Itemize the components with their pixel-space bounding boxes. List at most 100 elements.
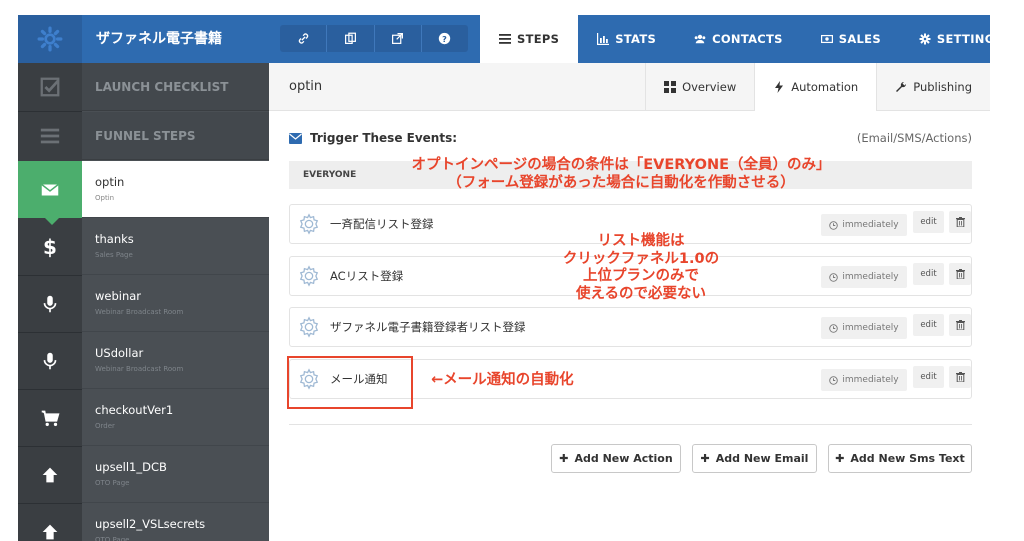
tab-contacts[interactable]: CONTACTS bbox=[675, 15, 802, 63]
add-email-label: Add New Email bbox=[715, 452, 809, 465]
trash-icon[interactable] bbox=[949, 314, 971, 336]
step-subbar: optin Overview Automation Publishing bbox=[269, 63, 990, 111]
step-type: Order bbox=[95, 422, 115, 430]
tab-sales-label: SALES bbox=[838, 32, 881, 46]
tab-sales[interactable]: SALES bbox=[802, 15, 900, 63]
cart-icon[interactable] bbox=[18, 389, 82, 446]
step-icon-strip: $ bbox=[18, 63, 82, 541]
menu-icon[interactable] bbox=[18, 112, 82, 160]
annotation-condition-line2: （フォーム登録があった場合に自動化を作動させる） bbox=[447, 174, 795, 191]
timing-badge: immediately bbox=[821, 317, 907, 339]
sidebar-item-thanks[interactable]: thanks Sales Page bbox=[82, 218, 269, 275]
edit-button[interactable]: edit bbox=[913, 366, 944, 388]
timing-badge: immediately bbox=[821, 214, 907, 236]
grid-icon bbox=[664, 81, 677, 93]
step-type: OTO Page bbox=[95, 536, 130, 541]
trigger-heading: Trigger These Events: bbox=[289, 131, 457, 145]
trigger-note: (Email/SMS/Actions) bbox=[856, 131, 972, 145]
tab-publishing[interactable]: Publishing bbox=[876, 63, 990, 111]
envelope-icon[interactable] bbox=[18, 161, 82, 225]
checklist-icon[interactable] bbox=[18, 63, 82, 111]
edit-button[interactable]: edit bbox=[913, 314, 944, 336]
clock-icon bbox=[829, 323, 839, 333]
step-type: Webinar Broadcast Room bbox=[95, 365, 184, 373]
microphone-icon[interactable] bbox=[18, 275, 82, 332]
timing-badge: immediately bbox=[821, 369, 907, 391]
logo[interactable] bbox=[18, 15, 82, 63]
plus-icon: ✚ bbox=[700, 452, 710, 465]
step-type: Optin bbox=[95, 194, 115, 202]
top-bar: ザファネル電子書籍 ? STEPS STATS CONTACTS SALES S… bbox=[18, 15, 990, 63]
tab-steps-label: STEPS bbox=[517, 32, 560, 46]
annotation-list-line3: 上位プランのみで bbox=[583, 268, 699, 285]
add-sms-button[interactable]: ✚ Add New Sms Text bbox=[828, 444, 972, 473]
page-title: optin bbox=[289, 79, 323, 94]
microphone-icon[interactable] bbox=[18, 332, 82, 389]
timing-label: immediately bbox=[842, 220, 899, 230]
timing-label: immediately bbox=[842, 272, 899, 282]
list-icon bbox=[499, 34, 511, 44]
copy-icon[interactable] bbox=[327, 25, 375, 52]
divider bbox=[289, 424, 972, 425]
tab-settings[interactable]: SETTINGS bbox=[900, 15, 990, 63]
app-window: ザファネル電子書籍 ? STEPS STATS CONTACTS SALES S… bbox=[18, 15, 990, 541]
tab-settings-label: SETTINGS bbox=[936, 32, 990, 46]
action-label: ザファネル電子書籍登録者リスト登録 bbox=[330, 320, 526, 334]
sidebar-item-upsell1[interactable]: upsell1_DCB OTO Page bbox=[82, 446, 269, 503]
step-subtabs: Overview Automation Publishing bbox=[645, 63, 990, 111]
add-action-label: Add New Action bbox=[574, 452, 673, 465]
clock-icon bbox=[829, 220, 839, 230]
dollar-icon[interactable]: $ bbox=[18, 218, 82, 275]
step-type: Webinar Broadcast Room bbox=[95, 308, 184, 316]
tab-publishing-label: Publishing bbox=[913, 80, 972, 94]
tab-overview[interactable]: Overview bbox=[645, 63, 754, 111]
edit-button[interactable]: edit bbox=[913, 211, 944, 233]
users-icon bbox=[694, 34, 706, 44]
annotation-list-line1: リスト機能は bbox=[597, 233, 685, 249]
launch-checklist[interactable]: LAUNCH CHECKLIST bbox=[82, 63, 269, 111]
annotation-condition: オプトインページの場合の条件は「EVERYONE（全員）のみ」 （フォーム登録が… bbox=[351, 157, 891, 192]
tab-automation[interactable]: Automation bbox=[754, 63, 877, 111]
help-icon[interactable]: ? bbox=[422, 25, 468, 52]
annotation-mail-note: ←メール通知の自動化 bbox=[431, 372, 574, 388]
step-name: webinar bbox=[95, 289, 142, 303]
add-email-button[interactable]: ✚ Add New Email bbox=[692, 444, 817, 473]
annotation-list-line2: クリックファネル1.0の bbox=[562, 250, 720, 267]
funnel-steps-sidebar: LAUNCH CHECKLIST FUNNEL STEPS optin Opti… bbox=[82, 63, 269, 541]
add-action-button[interactable]: ✚ Add New Action bbox=[551, 444, 681, 473]
arrow-up-icon[interactable] bbox=[18, 446, 82, 503]
arrow-up-icon[interactable] bbox=[18, 503, 82, 541]
gear-icon bbox=[299, 316, 319, 338]
tab-automation-label: Automation bbox=[791, 80, 859, 94]
link-icon[interactable] bbox=[280, 25, 328, 52]
gear-icon bbox=[299, 265, 319, 287]
external-link-icon[interactable] bbox=[375, 25, 422, 52]
trash-icon[interactable] bbox=[949, 263, 971, 285]
clock-icon bbox=[829, 272, 839, 282]
trigger-title: Trigger These Events: bbox=[310, 131, 458, 145]
sidebar-item-optin[interactable]: optin Optin bbox=[82, 161, 269, 218]
svg-text:?: ? bbox=[443, 34, 448, 44]
trash-icon[interactable] bbox=[949, 366, 971, 388]
bar-chart-icon bbox=[597, 33, 610, 45]
trash-icon[interactable] bbox=[949, 211, 971, 233]
bolt-icon bbox=[775, 81, 784, 93]
funnel-steps-heading: FUNNEL STEPS bbox=[82, 112, 269, 160]
step-name: upsell2_VSLsecrets bbox=[95, 517, 206, 531]
timing-badge: immediately bbox=[821, 266, 907, 288]
tab-stats[interactable]: STATS bbox=[578, 15, 675, 63]
edit-button[interactable]: edit bbox=[913, 263, 944, 285]
annotation-condition-line1: オプトインページの場合の条件は「EVERYONE（全員）のみ」 bbox=[411, 157, 831, 173]
sidebar-item-usdollar[interactable]: USdollar Webinar Broadcast Room bbox=[82, 332, 269, 389]
sidebar-item-webinar[interactable]: webinar Webinar Broadcast Room bbox=[82, 275, 269, 332]
step-type: Sales Page bbox=[95, 251, 133, 259]
tab-steps[interactable]: STEPS bbox=[480, 15, 579, 63]
sidebar-item-checkoutver1[interactable]: checkoutVer1 Order bbox=[82, 389, 269, 446]
sidebar-item-upsell2[interactable]: upsell2_VSLsecrets OTO Page bbox=[82, 503, 269, 541]
step-name: optin bbox=[95, 175, 125, 189]
action-row: ザファネル電子書籍登録者リスト登録 immediately edit bbox=[289, 307, 972, 347]
gear-icon bbox=[299, 213, 319, 235]
tab-stats-label: STATS bbox=[615, 32, 657, 46]
funnel-title: ザファネル電子書籍 bbox=[96, 31, 222, 47]
gear-icon bbox=[919, 33, 931, 45]
